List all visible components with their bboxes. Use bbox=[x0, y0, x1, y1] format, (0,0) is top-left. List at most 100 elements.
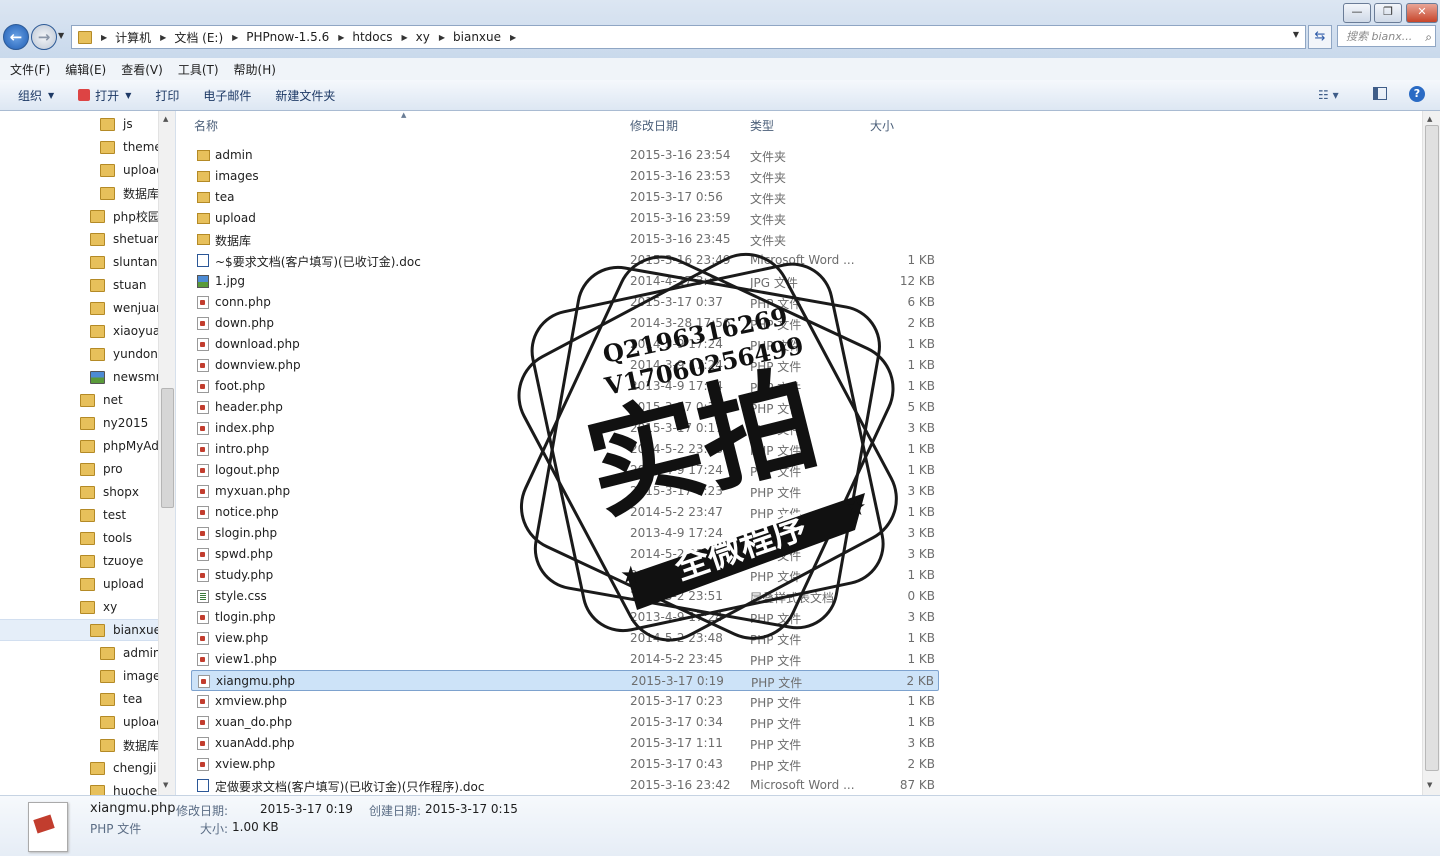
nav-tree-item[interactable]: huoche bbox=[90, 780, 157, 795]
file-row[interactable]: foot.php 2013-4-9 17:24 PHP 文件 1 KB bbox=[191, 376, 939, 397]
chevron-right-icon[interactable]: ▶ bbox=[232, 33, 238, 42]
nav-tree-item[interactable]: xy bbox=[80, 596, 117, 618]
file-row[interactable]: xmview.php 2015-3-17 0:23 PHP 文件 1 KB bbox=[191, 691, 939, 712]
file-row[interactable]: view.php 2014-5-2 23:48 PHP 文件 1 KB bbox=[191, 628, 939, 649]
column-header-type[interactable]: 类型 bbox=[750, 117, 774, 134]
file-row[interactable]: 数据库 2015-3-16 23:45 文件夹 bbox=[191, 229, 939, 250]
menu-file[interactable]: 文件(F) bbox=[5, 61, 55, 78]
file-row[interactable]: ~$要求文档(客户填写)(已收订金).doc 2015-3-16 23:49 Mic… bbox=[191, 250, 939, 271]
file-row[interactable]: admin 2015-3-16 23:54 文件夹 bbox=[191, 145, 939, 166]
address-bar[interactable]: ▶ 计算机 ▶ 文档 (E:) ▶ PHPnow-1.5.6 ▶ htdocs … bbox=[71, 25, 1306, 49]
nav-scroll-thumb[interactable] bbox=[161, 388, 174, 508]
search-icon[interactable]: ⌕ bbox=[1425, 26, 1432, 48]
file-row[interactable]: images 2015-3-16 23:53 文件夹 bbox=[191, 166, 939, 187]
scroll-up-icon[interactable]: ▲ bbox=[1427, 115, 1432, 123]
column-header-date[interactable]: 修改日期 bbox=[630, 117, 678, 134]
nav-tree-item[interactable]: admin bbox=[100, 642, 161, 664]
file-row[interactable]: tea 2015-3-17 0:56 文件夹 bbox=[191, 187, 939, 208]
file-row[interactable]: xiangmu.php 2015-3-17 0:19 PHP 文件 2 KB bbox=[191, 670, 939, 691]
file-row[interactable]: notice.php 2014-5-2 23:47 PHP 文件 1 KB bbox=[191, 502, 939, 523]
chevron-right-icon[interactable]: ▶ bbox=[101, 33, 107, 42]
close-button[interactable]: ✕ bbox=[1406, 3, 1438, 23]
nav-tree-item[interactable]: test bbox=[80, 504, 126, 526]
chevron-right-icon[interactable]: ▶ bbox=[402, 33, 408, 42]
file-row[interactable]: xuan_do.php 2015-3-17 0:34 PHP 文件 1 KB bbox=[191, 712, 939, 733]
nav-tree-item[interactable]: yundong bbox=[90, 343, 166, 365]
nav-tree-item[interactable]: shopx bbox=[80, 481, 139, 503]
breadcrumb-xy[interactable]: xy bbox=[416, 30, 430, 44]
scroll-up-icon[interactable]: ▲ bbox=[163, 115, 168, 123]
nav-tree-item[interactable]: chengji bbox=[90, 757, 156, 779]
recent-pages-dropdown[interactable]: ▼ bbox=[58, 31, 64, 40]
file-list-scrollbar[interactable]: ▲ ▼ bbox=[1422, 111, 1440, 795]
nav-tree-item[interactable]: images bbox=[100, 665, 167, 687]
nav-tree-item[interactable]: upload bbox=[100, 711, 164, 733]
column-header-size[interactable]: 大小 bbox=[870, 117, 894, 134]
preview-pane-icon[interactable] bbox=[1373, 87, 1387, 100]
nav-tree-item[interactable]: bianxue bbox=[0, 619, 161, 641]
file-row[interactable]: 定做要求文档(客户填写)(已收订金)(只作程序).doc 2015-3-16 23… bbox=[191, 775, 939, 795]
print-button[interactable]: 打印 bbox=[149, 87, 185, 104]
nav-tree-item[interactable]: ny2015 bbox=[80, 412, 148, 434]
nav-tree-item[interactable]: 数据库 bbox=[100, 182, 159, 204]
nav-tree-item[interactable]: xiaoyuan bbox=[90, 320, 168, 342]
email-button[interactable]: 电子邮件 bbox=[197, 87, 257, 104]
file-row[interactable]: tlogin.php 2013-4-9 17:24 PHP 文件 3 KB bbox=[191, 607, 939, 628]
scroll-down-icon[interactable]: ▼ bbox=[1427, 781, 1432, 789]
file-row[interactable]: study.php 2014-5-2 23:47 PHP 文件 1 KB bbox=[191, 565, 939, 586]
breadcrumb-drive[interactable]: 文档 (E:) bbox=[174, 29, 223, 46]
back-button[interactable]: ← bbox=[3, 24, 29, 50]
nav-tree-item[interactable]: upload bbox=[100, 159, 164, 181]
file-row[interactable]: down.php 2014-3-28 17:56 PHP 文件 2 KB bbox=[191, 313, 939, 334]
nav-tree-item[interactable]: stuan bbox=[90, 274, 147, 296]
minimize-button[interactable]: — bbox=[1343, 3, 1371, 23]
nav-tree-item[interactable]: tools bbox=[80, 527, 132, 549]
nav-scrollbar[interactable]: ▲ ▼ bbox=[158, 111, 175, 795]
scroll-down-icon[interactable]: ▼ bbox=[163, 781, 168, 789]
file-row[interactable]: logout.php 2013-4-9 17:24 PHP 文件 1 KB bbox=[191, 460, 939, 481]
nav-tree-item[interactable]: tzuoye bbox=[80, 550, 143, 572]
file-list-scroll-thumb[interactable] bbox=[1425, 125, 1439, 771]
nav-tree-item[interactable]: tea bbox=[100, 688, 142, 710]
nav-tree-item[interactable]: 数据库 bbox=[100, 734, 159, 756]
file-row[interactable]: xview.php 2015-3-17 0:43 PHP 文件 2 KB bbox=[191, 754, 939, 775]
breadcrumb-computer[interactable]: 计算机 bbox=[115, 29, 151, 46]
file-row[interactable]: myxuan.php 2015-3-17 0:23 PHP 文件 3 KB bbox=[191, 481, 939, 502]
menu-edit[interactable]: 编辑(E) bbox=[60, 61, 111, 78]
forward-button[interactable]: → bbox=[31, 24, 57, 50]
column-header-name[interactable]: 名称 bbox=[194, 117, 218, 134]
file-row[interactable]: download.php 2014-3-9 17:24 PHP 文件 1 KB bbox=[191, 334, 939, 355]
help-icon[interactable]: ? bbox=[1409, 86, 1425, 102]
file-row[interactable]: index.php 2015-3-17 0:17 PHP 文件 3 KB bbox=[191, 418, 939, 439]
file-row[interactable]: style.css 2014-5-2 23:51 层叠样式表文档 0 KB bbox=[191, 586, 939, 607]
menu-view[interactable]: 查看(V) bbox=[116, 61, 168, 78]
chevron-right-icon[interactable]: ▶ bbox=[510, 33, 516, 42]
breadcrumb-htdocs[interactable]: htdocs bbox=[352, 30, 392, 44]
search-input[interactable]: 搜索 bianx... ⌕ bbox=[1337, 25, 1436, 47]
file-row[interactable]: slogin.php 2013-4-9 17:24 PHP 文件 3 KB bbox=[191, 523, 939, 544]
file-row[interactable]: upload 2015-3-16 23:59 文件夹 bbox=[191, 208, 939, 229]
file-row[interactable]: conn.php 2015-3-17 0:37 PHP 文件 6 KB bbox=[191, 292, 939, 313]
refresh-button[interactable]: ⇆ bbox=[1308, 25, 1332, 49]
nav-tree-item[interactable]: sluntan bbox=[90, 251, 157, 273]
breadcrumb-bianxue[interactable]: bianxue bbox=[453, 30, 501, 44]
file-row[interactable]: intro.php 2014-5-2 23:48 PHP 文件 1 KB bbox=[191, 439, 939, 460]
file-row[interactable]: xuanAdd.php 2015-3-17 1:11 PHP 文件 3 KB bbox=[191, 733, 939, 754]
nav-tree-item[interactable]: net bbox=[80, 389, 123, 411]
chevron-right-icon[interactable]: ▶ bbox=[160, 33, 166, 42]
nav-tree-item[interactable]: wenjuan bbox=[90, 297, 164, 319]
nav-tree-item[interactable]: shetuan bbox=[90, 228, 162, 250]
menu-help[interactable]: 帮助(H) bbox=[229, 61, 281, 78]
nav-tree-item[interactable]: upload bbox=[80, 573, 144, 595]
menu-tools[interactable]: 工具(T) bbox=[173, 61, 224, 78]
file-row[interactable]: downview.php 2014-3-9 17:24 PHP 文件 1 KB bbox=[191, 355, 939, 376]
file-row[interactable]: 1.jpg 2014-4-27 3:4 JPG 文件 12 KB bbox=[191, 271, 939, 292]
nav-tree-item[interactable]: pro bbox=[80, 458, 123, 480]
open-button[interactable]: 打开 ▼ bbox=[72, 87, 137, 104]
file-row[interactable]: spwd.php 2014-5-2 23:47 PHP 文件 3 KB bbox=[191, 544, 939, 565]
chevron-right-icon[interactable]: ▶ bbox=[439, 33, 445, 42]
file-row[interactable]: view1.php 2014-5-2 23:45 PHP 文件 1 KB bbox=[191, 649, 939, 670]
chevron-right-icon[interactable]: ▶ bbox=[338, 33, 344, 42]
change-view-icon[interactable]: ☷ ▾ bbox=[1318, 88, 1339, 102]
file-row[interactable]: header.php 2015-3-17 0:37 PHP 文件 5 KB bbox=[191, 397, 939, 418]
